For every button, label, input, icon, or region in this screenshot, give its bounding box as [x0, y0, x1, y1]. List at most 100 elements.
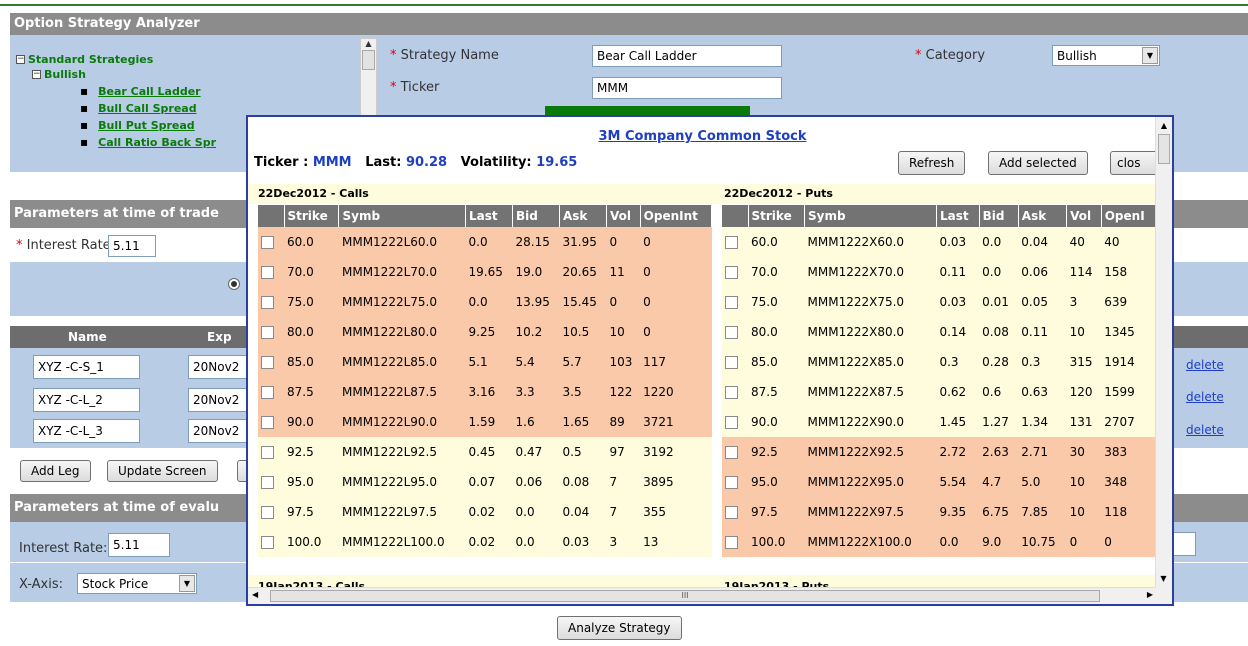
chevron-down-icon[interactable]: ▼: [179, 575, 195, 592]
tree-link[interactable]: Bear Call Ladder: [98, 85, 200, 98]
select-checkbox[interactable]: [725, 236, 738, 249]
chevron-down-icon[interactable]: ▼: [1142, 47, 1158, 64]
tree-link[interactable]: Bull Call Spread: [98, 102, 196, 115]
leg-name-input[interactable]: [33, 355, 140, 379]
option-row[interactable]: 87.5 MMM1222X87.5 0.62 0.6 0.63 120 1599: [722, 377, 1157, 407]
select-checkbox[interactable]: [725, 506, 738, 519]
select-checkbox[interactable]: [261, 536, 274, 549]
refresh-button[interactable]: Refresh: [898, 151, 966, 175]
option-row[interactable]: 95.0 MMM1222X95.0 5.54 4.7 5.0 10 348: [722, 467, 1157, 497]
tree-root[interactable]: − Standard Strategies: [16, 52, 356, 66]
option-cell: 0.62: [936, 377, 980, 407]
option-row[interactable]: 97.5 MMM1222L97.5 0.02 0.0 0.04 7 355: [258, 497, 712, 527]
option-row[interactable]: 92.5 MMM1222L92.5 0.45 0.47 0.5 97 3192: [258, 437, 712, 467]
delete-link[interactable]: delete: [1186, 390, 1224, 404]
collapse-icon[interactable]: −: [16, 55, 25, 64]
option-cell: 87.5: [284, 377, 339, 407]
add-selected-button[interactable]: Add selected: [988, 151, 1088, 175]
select-checkbox[interactable]: [725, 296, 738, 309]
option-row[interactable]: 90.0 MMM1222L90.0 1.59 1.6 1.65 89 3721: [258, 407, 712, 437]
select-checkbox[interactable]: [261, 506, 274, 519]
select-checkbox[interactable]: [725, 326, 738, 339]
scroll-down-icon[interactable]: ▼: [1156, 574, 1171, 583]
analyze-strategy-button[interactable]: Analyze Strategy: [557, 616, 682, 640]
collapse-icon[interactable]: −: [32, 70, 41, 79]
select-checkbox[interactable]: [261, 326, 274, 339]
select-checkbox[interactable]: [725, 266, 738, 279]
select-checkbox[interactable]: [261, 356, 274, 369]
option-row[interactable]: 97.5 MMM1222X97.5 9.35 6.75 7.85 10 118: [722, 497, 1157, 527]
select-checkbox[interactable]: [725, 356, 738, 369]
popup-horizontal-scrollbar[interactable]: ◀ III ▶: [248, 587, 1157, 604]
option-cell: 0.0: [979, 257, 1019, 287]
option-row[interactable]: 60.0 MMM1222X60.0 0.03 0.0 0.04 40 40: [722, 227, 1157, 257]
option-row[interactable]: 85.0 MMM1222X85.0 0.3 0.28 0.3 315 1914: [722, 347, 1157, 377]
select-checkbox[interactable]: [261, 476, 274, 489]
select-checkbox[interactable]: [261, 416, 274, 429]
scroll-up-icon[interactable]: ▲: [361, 39, 376, 48]
option-row[interactable]: 75.0 MMM1222L75.0 0.0 13.95 15.45 0 0: [258, 287, 712, 317]
tree-group[interactable]: − Bullish: [32, 67, 356, 81]
ticker-input[interactable]: [592, 77, 782, 99]
close-button[interactable]: clos: [1110, 151, 1157, 175]
strategy-name-input[interactable]: [592, 45, 782, 67]
delete-link[interactable]: delete: [1186, 423, 1224, 437]
xaxis-select[interactable]: Stock Price ▼: [77, 573, 197, 594]
leg-exp-input[interactable]: [188, 419, 248, 443]
option-row[interactable]: 95.0 MMM1222L95.0 0.07 0.06 0.08 7 3895: [258, 467, 712, 497]
hscroll-thumb[interactable]: III: [270, 590, 1100, 602]
option-row[interactable]: 85.0 MMM1222L85.0 5.1 5.4 5.7 103 117: [258, 347, 712, 377]
option-cell: 0.47: [512, 437, 560, 467]
select-checkbox[interactable]: [725, 536, 738, 549]
popup-vertical-scrollbar[interactable]: ▲ ▼: [1155, 117, 1172, 589]
option-cell: 100.0: [748, 527, 805, 557]
scroll-right-icon[interactable]: ▶: [1147, 590, 1153, 599]
option-row[interactable]: 92.5 MMM1222X92.5 2.72 2.63 2.71 30 383: [722, 437, 1157, 467]
select-checkbox[interactable]: [261, 266, 274, 279]
option-cell: 60.0: [284, 227, 339, 257]
leg-name-input[interactable]: [33, 388, 140, 412]
option-row[interactable]: 100.0 MMM1222X100.0 0.0 9.0 10.75 0 0: [722, 527, 1157, 557]
scroll-thumb[interactable]: [362, 50, 375, 70]
tree-group-label[interactable]: Bullish: [44, 68, 86, 81]
select-checkbox[interactable]: [725, 386, 738, 399]
category-select[interactable]: Bullish ▼: [1052, 45, 1160, 66]
option-row[interactable]: 60.0 MMM1222L60.0 0.0 28.15 31.95 0 0: [258, 227, 712, 257]
leg-exp-input[interactable]: [188, 388, 248, 412]
tree-root-label[interactable]: Standard Strategies: [28, 53, 153, 66]
select-checkbox[interactable]: [261, 236, 274, 249]
delete-link[interactable]: delete: [1186, 358, 1224, 372]
select-checkbox[interactable]: [261, 296, 274, 309]
option-row[interactable]: 80.0 MMM1222L80.0 9.25 10.2 10.5 10 0: [258, 317, 712, 347]
tree-item[interactable]: ▪ Bear Call Ladder: [80, 83, 356, 100]
option-row[interactable]: 80.0 MMM1222X80.0 0.14 0.08 0.11 10 1345: [722, 317, 1157, 347]
select-checkbox[interactable]: [261, 386, 274, 399]
interest-rate-input[interactable]: [108, 235, 156, 257]
scroll-thumb[interactable]: [1158, 134, 1170, 164]
option-cell: 3.3: [512, 377, 560, 407]
select-checkbox[interactable]: [725, 446, 738, 459]
company-link[interactable]: 3M Company Common Stock: [599, 129, 807, 144]
option-row[interactable]: 70.0 MMM1222X70.0 0.11 0.0 0.06 114 158: [722, 257, 1157, 287]
option-cell: 0.06: [1018, 257, 1067, 287]
leg-exp-input[interactable]: [188, 355, 248, 379]
select-checkbox[interactable]: [725, 476, 738, 489]
scroll-up-icon[interactable]: ▲: [1156, 121, 1172, 130]
option-radio[interactable]: [228, 278, 240, 290]
option-row[interactable]: 90.0 MMM1222X90.0 1.45 1.27 1.34 131 2707: [722, 407, 1157, 437]
update-screen-button[interactable]: Update Screen: [107, 460, 218, 482]
add-leg-button[interactable]: Add Leg: [20, 460, 91, 482]
select-checkbox[interactable]: [261, 446, 274, 459]
scroll-left-icon[interactable]: ◀: [252, 590, 258, 599]
option-row[interactable]: 75.0 MMM1222X75.0 0.03 0.01 0.05 3 639: [722, 287, 1157, 317]
option-cell: 1599: [1101, 377, 1157, 407]
eval-interest-input[interactable]: [108, 533, 170, 557]
eval-interest-label: Interest Rate:: [19, 541, 108, 556]
option-row[interactable]: 100.0 MMM1222L100.0 0.02 0.0 0.03 3 13: [258, 527, 712, 557]
option-row[interactable]: 70.0 MMM1222L70.0 19.65 19.0 20.65 11 0: [258, 257, 712, 287]
tree-link[interactable]: Call Ratio Back Spr: [98, 136, 216, 149]
select-checkbox[interactable]: [725, 416, 738, 429]
tree-link[interactable]: Bull Put Spread: [98, 119, 195, 132]
option-row[interactable]: 87.5 MMM1222L87.5 3.16 3.3 3.5 122 1220: [258, 377, 712, 407]
leg-name-input[interactable]: [33, 419, 140, 443]
